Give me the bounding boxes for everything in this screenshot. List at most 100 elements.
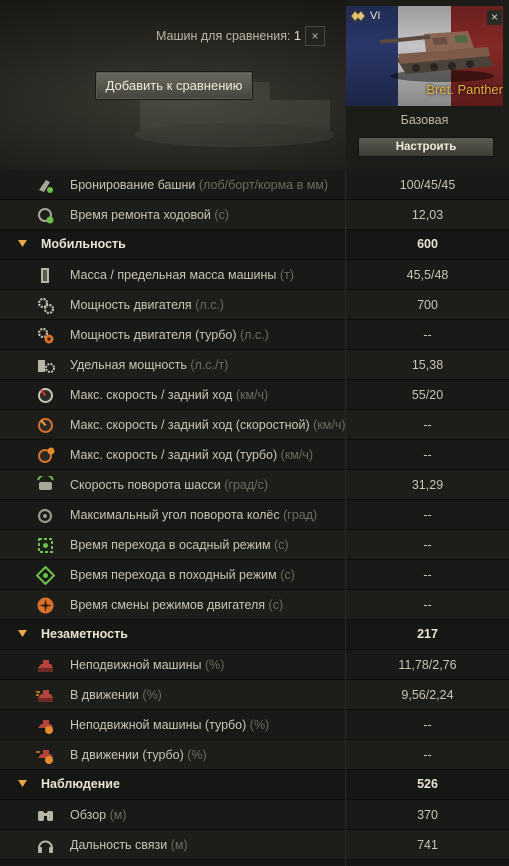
stat-row: Масса / предельная масса машины (т) 45,5/…: [0, 260, 509, 290]
section-header[interactable]: Наблюдение 526: [0, 770, 509, 800]
stat-label: Неподвижной машины (турбо) (%): [70, 718, 270, 732]
vehicle-name: Bret. Panther: [426, 82, 503, 97]
speed-limit-turbo-icon: [38, 447, 55, 463]
stat-row: Дальность связи (м) 741: [0, 830, 509, 860]
section-header[interactable]: Мобильность 600: [0, 230, 509, 260]
add-to-compare-button[interactable]: Добавить к сравнению: [95, 71, 253, 100]
section-value: 600: [417, 237, 438, 251]
section-header[interactable]: Незаметность 217: [0, 620, 509, 650]
stat-unit: (л.с.): [195, 298, 224, 312]
engine-power-turbo-icon: [37, 327, 54, 344]
stat-unit: (с): [268, 598, 284, 612]
stat-label: Время перехода в походный режим (с): [70, 568, 295, 582]
traverse-speed-icon: [37, 476, 54, 490]
stat-value: 11,78/2,76: [398, 658, 457, 672]
stat-label: Неподвижной машины (%): [70, 658, 225, 672]
stat-unit: (%): [142, 688, 162, 702]
stat-label: Время ремонта ходовой (с): [70, 208, 229, 222]
stat-label: Удельная мощность (л.с./т): [70, 358, 229, 372]
vehicle-class-icon: [350, 10, 366, 22]
stat-unit: (км/ч): [235, 388, 269, 402]
section-value: 217: [417, 627, 438, 641]
configure-vehicle-button[interactable]: Настроить: [358, 137, 494, 157]
stat-unit: (л.с.): [240, 328, 269, 342]
stat-value: --: [423, 508, 432, 522]
camo-moving-icon: [36, 690, 53, 702]
stat-unit: (км/ч): [313, 418, 346, 432]
stat-unit: (лоб/борт/корма в мм): [198, 178, 329, 192]
stat-label: Мощность двигателя (л.с.): [70, 298, 224, 312]
stat-row: В движении (турбо) (%) --: [0, 740, 509, 770]
stat-label: Макс. скорость / задний ход (скоростной)…: [70, 418, 346, 432]
stat-value: --: [423, 418, 432, 432]
stat-value: 9,56/2,24: [401, 688, 454, 702]
stat-row: Время ремонта ходовой (с) 12,03: [0, 200, 509, 230]
turret-armor-icon: [39, 180, 53, 193]
stat-unit: (с): [280, 568, 295, 582]
clear-compare-button[interactable]: ×: [305, 26, 325, 46]
stat-label: Время перехода в осадный режим (с): [70, 538, 289, 552]
stat-value: 370: [417, 808, 438, 822]
section-value: 526: [417, 777, 438, 791]
stat-value: 700: [417, 298, 438, 312]
stat-row: Время перехода в походный режим (с) --: [0, 560, 509, 590]
stat-value: --: [423, 748, 432, 762]
tank-image: [380, 31, 494, 82]
stat-row: Скорость поворота шасси (град/с) 31,29: [0, 470, 509, 500]
compare-count-label: Машин для сравнения: 1: [156, 29, 301, 43]
section-title: Незаметность: [41, 627, 128, 641]
stat-unit: (л.с./т): [190, 358, 229, 372]
stat-unit: (%): [187, 748, 207, 762]
chevron-down-icon: [18, 240, 27, 247]
stat-value: 55/20: [411, 388, 444, 402]
stat-value: 15,38: [411, 358, 444, 372]
stat-value: --: [423, 448, 432, 462]
stat-row: Неподвижной машины (%) 11,78/2,76: [0, 650, 509, 680]
engine-power-icon: [37, 297, 55, 315]
compare-count: 1: [293, 29, 301, 43]
vehicle-card: VI × Bret. Panther Базовая Настроить: [346, 0, 509, 170]
stats-list: Бронирование башни (лоб/борт/корма в мм)…: [0, 170, 509, 866]
stat-unit: (с): [274, 538, 289, 552]
stat-value: --: [423, 538, 432, 552]
stat-unit: (с): [214, 208, 229, 222]
stat-value: 100/45/45: [399, 178, 456, 192]
camo-still-icon: [38, 660, 53, 672]
speed-limit-icon: [38, 388, 53, 403]
chevron-down-icon: [18, 780, 27, 787]
stat-unit: (м): [170, 838, 188, 852]
stat-row: Максимальный угол поворота колёс (град) -…: [0, 500, 509, 530]
weight-icon: [41, 268, 49, 283]
stat-unit: (град): [283, 508, 318, 522]
stat-unit: (%): [249, 718, 270, 732]
stat-label: Масса / предельная масса машины (т): [70, 268, 294, 282]
stat-row: В движении (%) 9,56/2,24: [0, 680, 509, 710]
radio-range-icon: [38, 840, 53, 853]
specific-power-icon: [38, 360, 55, 373]
stat-value: 12,03: [411, 208, 444, 222]
vehicle-configuration: Базовая: [400, 113, 449, 127]
stat-row: Мощность двигателя (турбо) (л.с.) --: [0, 320, 509, 350]
stat-value: --: [423, 328, 432, 342]
stat-label: Время смены режимов двигателя (с): [70, 598, 284, 612]
stat-unit: (%): [204, 658, 225, 672]
stat-unit: (т): [279, 268, 294, 282]
stat-value: 741: [417, 838, 438, 852]
stat-row: Обзор (м) 370: [0, 800, 509, 830]
stat-row: Макс. скорость / задний ход (скоростной)…: [0, 410, 509, 440]
stat-label: Обзор (м): [70, 808, 127, 822]
wheel-angle-icon: [37, 508, 53, 524]
engine-mode-switch-icon: [37, 597, 54, 614]
stat-label: Максимальный угол поворота колёс (град): [70, 508, 318, 522]
stat-value: 45,5/48: [406, 268, 449, 282]
stat-value: --: [423, 718, 432, 732]
camo-moving-turbo-icon: [36, 750, 53, 764]
stat-label: В движении (%): [70, 688, 162, 702]
stat-row: Неподвижной машины (турбо) (%) --: [0, 710, 509, 740]
stat-row: Макс. скорость / задний ход (турбо) (км/…: [0, 440, 509, 470]
travel-mode-icon: [36, 566, 55, 585]
stat-value: --: [423, 568, 432, 582]
section-title: Мобильность: [41, 237, 126, 251]
stat-label: Мощность двигателя (турбо) (л.с.): [70, 328, 269, 342]
stat-label: Макс. скорость / задний ход (км/ч): [70, 388, 269, 402]
